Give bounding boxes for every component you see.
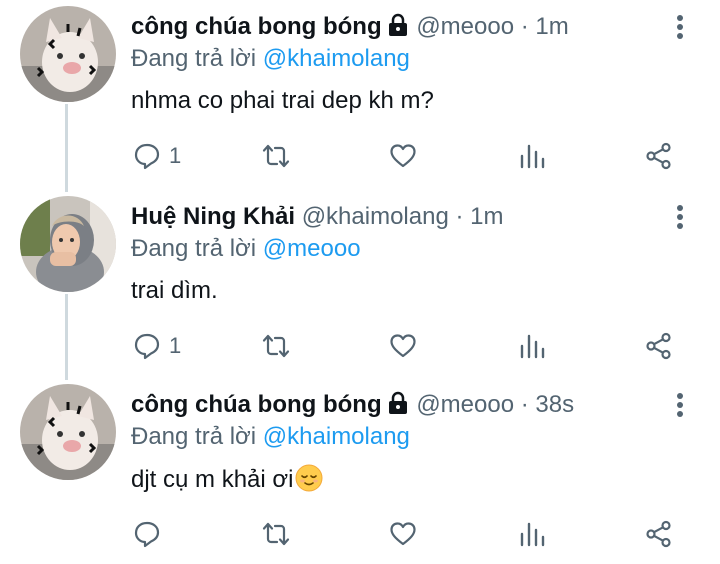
author-name[interactable]: Huệ Ning Khải	[131, 203, 295, 230]
tweet-text: nhma co phai trai dep kh m?	[131, 87, 434, 114]
analytics-button[interactable]	[518, 512, 546, 556]
author-handle[interactable]: @meooo	[416, 13, 514, 40]
analytics-icon	[520, 144, 545, 169]
like-button[interactable]	[389, 512, 417, 556]
share-button[interactable]	[645, 512, 673, 556]
lock-icon	[386, 13, 410, 37]
retweet-icon	[262, 334, 290, 358]
tweet[interactable]: công chúa bong bóng @meooo · 1m Đang trả…	[0, 6, 720, 186]
tweet-text: trai dìm.	[131, 277, 218, 304]
reply-icon	[134, 333, 160, 360]
share-icon	[646, 520, 671, 548]
mention-link[interactable]: @khaimolang	[263, 423, 410, 450]
author-handle[interactable]: @meooo	[416, 391, 514, 418]
share-icon	[646, 142, 671, 170]
like-icon	[390, 334, 416, 358]
mention-link[interactable]: @khaimolang	[263, 45, 410, 72]
reply-button[interactable]: 1	[133, 134, 181, 178]
reply-button[interactable]: 1	[133, 324, 181, 368]
tweet-header: công chúa bong bóng @meooo · 1m	[131, 12, 660, 42]
tweet-header: Huệ Ning Khải @khaimolang · 1m	[131, 202, 660, 232]
retweet-button[interactable]	[262, 134, 290, 178]
author-name[interactable]: công chúa bong bóng	[131, 13, 382, 40]
more-icon[interactable]	[668, 390, 692, 420]
reply-count: 1	[169, 333, 182, 358]
tweet-text: djt cụ m khải ơi	[131, 464, 323, 495]
tweet-header: công chúa bong bóng @meooo · 38s	[131, 390, 660, 420]
share-button[interactable]	[645, 134, 673, 178]
retweet-icon	[262, 144, 290, 168]
tweet-actions: 1	[0, 134, 720, 178]
replying-to: Đang trả lời @meooo	[131, 234, 361, 264]
tweet[interactable]: công chúa bong bóng @meooo · 38s Đang tr…	[0, 384, 720, 564]
timestamp[interactable]: 1m	[470, 203, 503, 230]
avatar[interactable]	[20, 384, 116, 480]
tweet-text-content: djt cụ m khải ơi	[131, 466, 294, 493]
avatar[interactable]	[20, 6, 116, 102]
reply-button[interactable]	[133, 512, 169, 556]
separator: ·	[455, 203, 464, 230]
analytics-button[interactable]	[518, 324, 546, 368]
reply-prefix: Đang trả lời	[131, 235, 257, 262]
separator: ·	[520, 391, 529, 418]
reply-prefix: Đang trả lời	[131, 423, 257, 450]
like-button[interactable]	[389, 134, 417, 178]
tweet-actions: 1	[0, 324, 720, 368]
author-handle[interactable]: @khaimolang	[302, 203, 449, 230]
like-icon	[390, 144, 416, 168]
tweet-actions	[0, 512, 720, 556]
mention-link[interactable]: @meooo	[263, 235, 361, 262]
reply-icon	[134, 521, 160, 548]
analytics-icon	[520, 334, 545, 359]
cat-avatar-image	[20, 384, 116, 480]
timestamp[interactable]: 38s	[535, 391, 574, 418]
share-button[interactable]	[645, 324, 673, 368]
timestamp[interactable]: 1m	[535, 13, 568, 40]
author-name[interactable]: công chúa bong bóng	[131, 391, 382, 418]
replying-to: Đang trả lời @khaimolang	[131, 422, 410, 452]
avatar[interactable]	[20, 196, 116, 292]
reply-icon	[134, 143, 160, 170]
reply-count: 1	[169, 143, 182, 168]
more-icon[interactable]	[668, 202, 692, 232]
person-avatar-image	[20, 196, 116, 292]
separator: ·	[520, 13, 529, 40]
reply-prefix: Đang trả lời	[131, 45, 257, 72]
analytics-icon	[520, 522, 545, 547]
like-button[interactable]	[389, 324, 417, 368]
retweet-button[interactable]	[262, 324, 290, 368]
tweet[interactable]: Huệ Ning Khải @khaimolang · 1m Đang trả …	[0, 196, 720, 376]
more-icon[interactable]	[668, 12, 692, 42]
lock-icon	[386, 391, 410, 415]
share-icon	[646, 332, 671, 360]
replying-to: Đang trả lời @khaimolang	[131, 44, 410, 74]
like-icon	[390, 522, 416, 546]
relieved-face-emoji	[295, 464, 323, 492]
cat-avatar-image	[20, 6, 116, 102]
retweet-icon	[262, 522, 290, 546]
analytics-button[interactable]	[518, 134, 546, 178]
retweet-button[interactable]	[262, 512, 290, 556]
